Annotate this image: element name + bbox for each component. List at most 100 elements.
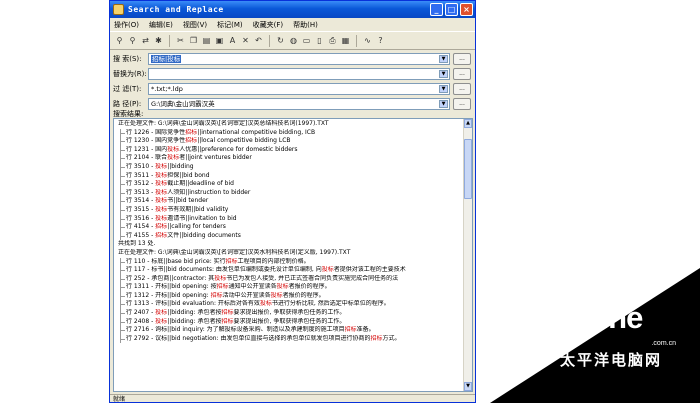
- result-hit-line[interactable]: 行 3516 - 投标邀请书||invitation to bid: [116, 214, 463, 224]
- special-replace-icon[interactable]: ✱: [153, 35, 164, 46]
- refresh-icon[interactable]: ↻: [275, 35, 286, 46]
- maximize-button[interactable]: □: [445, 3, 458, 16]
- app-icon: [113, 4, 124, 15]
- scroll-up-icon[interactable]: ▲: [464, 119, 472, 128]
- result-text: 行 117 - 标书||bid documents: 由发包单位编制或委托设计单…: [126, 266, 322, 274]
- pconline-logo: PConline: [492, 300, 682, 344]
- replace-options-button[interactable]: ...: [453, 68, 471, 80]
- result-hit-line[interactable]: 行 2408 - 投标||bidding: 承包者按招标要求提出报价, 争取获得…: [116, 317, 463, 327]
- result-hit-line[interactable]: 行 1312 - 开标||bid opening: 招标活动中公开宣读各投标者报…: [116, 291, 463, 301]
- chevron-down-icon[interactable]: ▼: [439, 70, 448, 78]
- result-hit-line[interactable]: 行 3511 - 投标担保||bid bond: [116, 171, 463, 181]
- result-hit-line[interactable]: 行 110 - 标底||base bid price: 实行招标工程项目的内部控…: [116, 257, 463, 267]
- search-label: 搜 索(S):: [113, 55, 142, 63]
- filter-label: 过 滤(T):: [113, 85, 142, 93]
- result-hit-line[interactable]: 行 2104 - 联合投标者||joint ventures bidder: [116, 154, 463, 163]
- result-keyword: 招标: [155, 223, 168, 231]
- paste-icon[interactable]: ▤: [201, 35, 212, 46]
- window-title: Search and Replace: [128, 5, 224, 14]
- scroll-down-icon[interactable]: ▼: [464, 382, 472, 391]
- browse-folder-button[interactable]: ...: [453, 98, 471, 110]
- undo-icon[interactable]: ↶: [253, 35, 264, 46]
- help-icon[interactable]: ?: [375, 35, 386, 46]
- zip-icon[interactable]: ▣: [214, 35, 225, 46]
- result-hit-line[interactable]: 行 117 - 标书||bid documents: 由发包单位编制或委托设计单…: [116, 266, 463, 275]
- result-keyword: 投标: [155, 171, 168, 179]
- result-hit-line[interactable]: 行 1230 - 国内竞争性招标||local competitive bidd…: [116, 137, 463, 146]
- results-scrollbar[interactable]: ▲ ▼: [463, 119, 472, 391]
- print-icon[interactable]: ⎙: [327, 35, 338, 46]
- folder-icon[interactable]: ▭: [301, 35, 312, 46]
- result-hit-line[interactable]: 行 1231 - 国内投标人优惠||preference for domesti…: [116, 145, 463, 155]
- filter-row: 过 滤(T): *.txt;*.ldp ▼ ...: [110, 83, 475, 95]
- result-text: 行 2407 -: [126, 309, 156, 317]
- wave-icon[interactable]: ∿: [362, 35, 373, 46]
- chevron-down-icon[interactable]: ▼: [439, 55, 448, 63]
- globe-icon[interactable]: ◍: [288, 35, 299, 46]
- calendar-icon[interactable]: ▦: [340, 35, 351, 46]
- result-hit-line[interactable]: 行 2407 - 投标||bidding: 承包者按招标要求提出报价, 争取获得…: [116, 309, 463, 318]
- result-file-line[interactable]: 正在处理文件: G:\词典\金山词霸汉英\[名词审定]汉英总结科技名词(1997…: [116, 120, 463, 129]
- menu-favorites[interactable]: 收藏夹(F): [253, 20, 284, 30]
- menu-mark[interactable]: 标记(M): [217, 20, 243, 30]
- minimize-button[interactable]: _: [430, 3, 443, 16]
- result-hit-line[interactable]: 行 2716 - 询标||bid inquiry: 为了解投标设备采购、制造以及…: [116, 326, 463, 335]
- replace-icon[interactable]: ⇄: [140, 35, 151, 46]
- result-hit-line[interactable]: 行 252 - 承包商||contractor: 其投标书已为发包人接受, 并已…: [116, 274, 463, 284]
- toolbar-separator: [269, 34, 270, 47]
- results-panel[interactable]: 正在处理文件: G:\词典\金山词霸汉英\[名词审定]汉英总结科技名词(1997…: [113, 118, 473, 392]
- chevron-down-icon[interactable]: ▼: [439, 100, 448, 108]
- path-row: 路 径(P): G:\词典\金山词霸汉英 ▼ ...: [110, 98, 475, 110]
- result-hit-line[interactable]: 行 3514 - 投标书||bid tender: [116, 197, 463, 206]
- result-file-line[interactable]: 共找到 13 处.: [116, 240, 463, 249]
- result-hit-line[interactable]: 行 2792 - 议标||bid negotiation: 由发包单位直接与选择…: [116, 334, 463, 344]
- result-text: 行 1226 - 国际竞争性: [126, 128, 186, 136]
- menu-help[interactable]: 帮助(H): [293, 20, 318, 30]
- result-keyword: 投标: [214, 274, 227, 282]
- replace-input[interactable]: ▼: [148, 68, 450, 80]
- result-keyword: 投标: [321, 266, 334, 274]
- result-hit-line[interactable]: 行 3510 - 投标||bidding: [116, 162, 463, 172]
- close-button[interactable]: ×: [460, 3, 473, 16]
- search-input[interactable]: 招标|投标 ▼: [148, 53, 450, 65]
- search-options-button[interactable]: ...: [453, 53, 471, 65]
- result-keyword: 投标: [259, 300, 272, 308]
- result-hit-line[interactable]: 行 1313 - 评标||bid evaluation: 开标后对各有效投标书进…: [116, 300, 463, 309]
- scroll-thumb[interactable]: [464, 139, 472, 199]
- path-input[interactable]: G:\词典\金山词霸汉英 ▼: [148, 98, 450, 110]
- filter-input[interactable]: *.txt;*.ldp ▼: [148, 83, 450, 95]
- copy-icon[interactable]: ❐: [188, 35, 199, 46]
- delete-icon[interactable]: ✕: [240, 35, 251, 46]
- result-text: 者||joint ventures bidder: [179, 154, 252, 162]
- result-hit-line[interactable]: 行 3515 - 投标书有效期||bid validity: [116, 205, 463, 215]
- result-hit-line[interactable]: 行 4154 - 招标||calling for tenders: [116, 223, 463, 232]
- search-replace-window: Search and Replace _ □ × 操作(O) 编辑(E) 视图(…: [109, 0, 476, 403]
- result-hit-line[interactable]: 行 4155 - 招标文件||bidding documents: [116, 231, 463, 241]
- result-file-line[interactable]: 正在处理文件: G:\词典\金山词霸汉英\[名词审定]汉英水利科技名词(定义版,…: [116, 249, 463, 258]
- result-text: 行 3516 -: [126, 214, 156, 222]
- binoculars-icon[interactable]: ⚲: [114, 35, 125, 46]
- result-hit-line[interactable]: 行 3513 - 投标人须知||instruction to bidder: [116, 188, 463, 198]
- filter-options-button[interactable]: ...: [453, 83, 471, 95]
- result-hit-line[interactable]: 行 1311 - 开标||bid opening: 按招标通知中公开宣读各投标者…: [116, 283, 463, 292]
- menu-edit[interactable]: 编辑(E): [149, 20, 173, 30]
- result-text: 行 252 - 承包商||contractor: 其: [126, 274, 215, 282]
- search-row: 搜 索(S): 招标|投标 ▼ ...: [110, 53, 475, 65]
- result-hit-line[interactable]: 行 3512 - 投标截止期||deadline of bid: [116, 180, 463, 189]
- result-text: 行 3513 -: [126, 188, 156, 196]
- menu-view[interactable]: 视图(V): [183, 20, 207, 30]
- result-hit-line[interactable]: 行 1226 - 国际竞争性招标||international competit…: [116, 128, 463, 138]
- chevron-down-icon[interactable]: ▼: [439, 85, 448, 93]
- text-icon[interactable]: A: [227, 35, 238, 46]
- result-text: 行 3515 -: [126, 205, 156, 213]
- result-text: 行 3511 -: [126, 171, 156, 179]
- menu-operation[interactable]: 操作(O): [114, 20, 139, 30]
- status-bar: 就绪: [110, 394, 475, 402]
- result-text: 行 3512 -: [126, 180, 156, 188]
- find-next-icon[interactable]: ⚲: [127, 35, 138, 46]
- path-value: G:\词典\金山词霸汉英: [151, 100, 215, 108]
- toolbar-separator: [356, 34, 357, 47]
- scissors-icon[interactable]: ✂: [175, 35, 186, 46]
- document-icon[interactable]: ▯: [314, 35, 325, 46]
- title-bar[interactable]: Search and Replace _ □ ×: [110, 1, 475, 18]
